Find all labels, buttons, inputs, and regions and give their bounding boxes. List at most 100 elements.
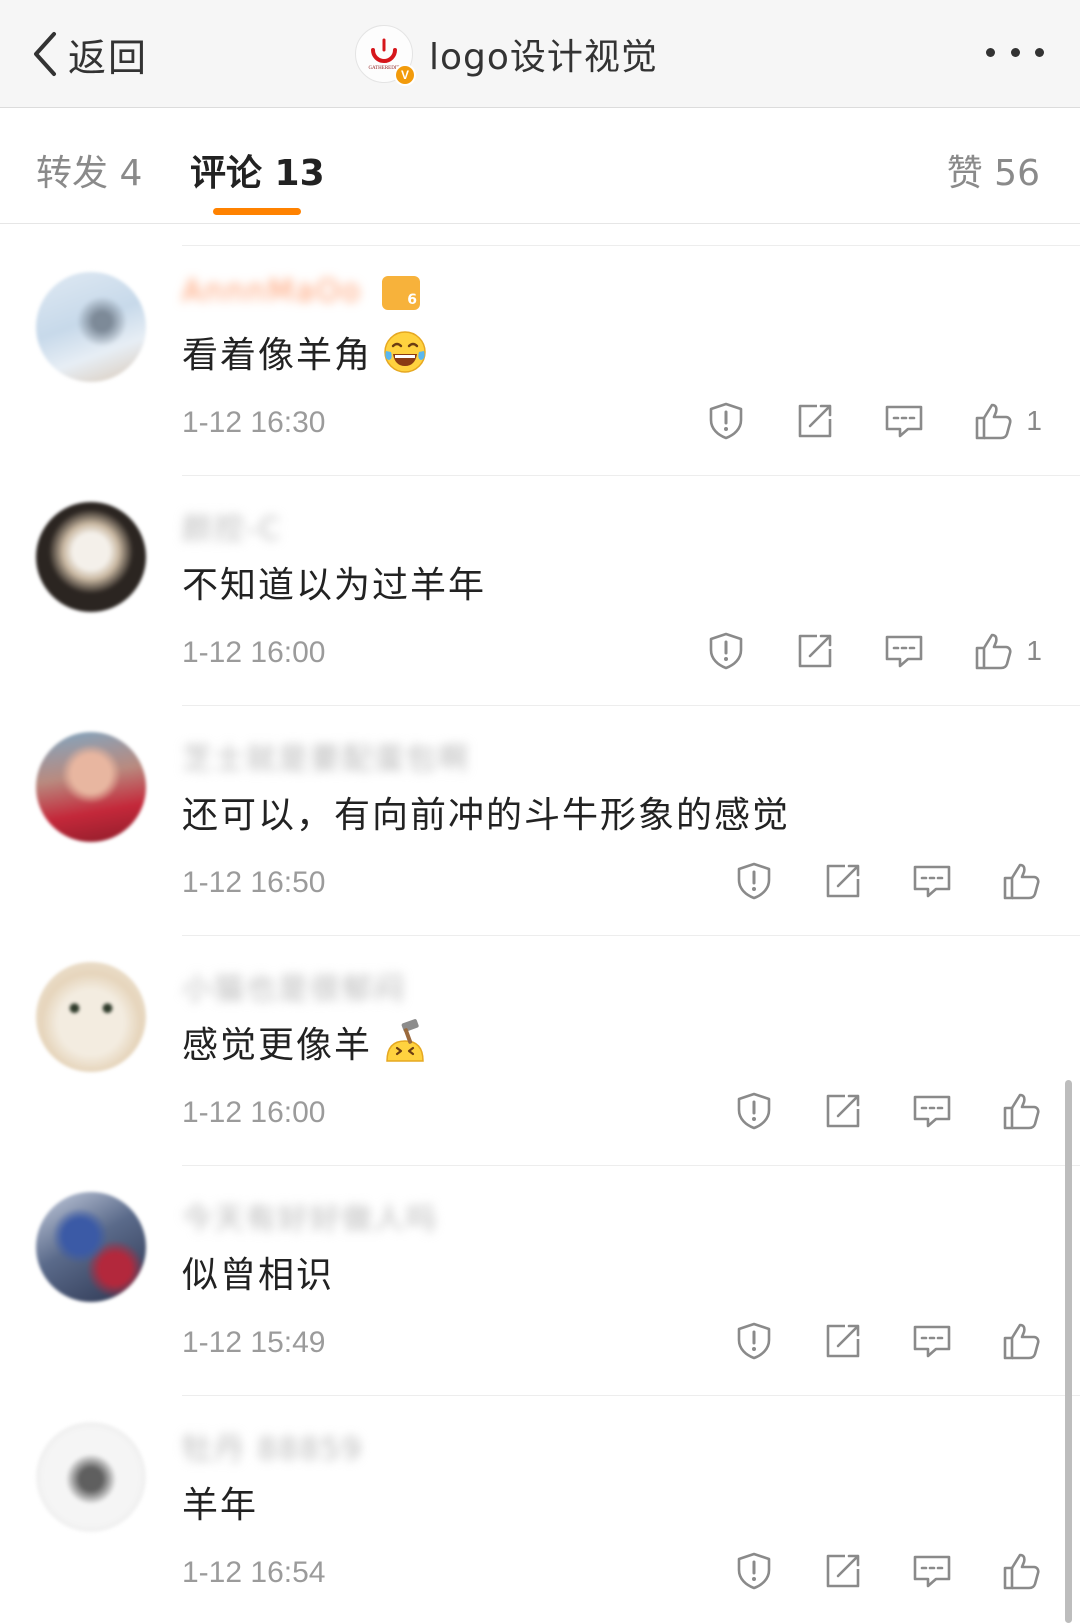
share-icon — [826, 864, 860, 898]
account-avatar[interactable]: GATHEREDIT V — [355, 25, 416, 86]
reply-button[interactable] — [883, 630, 925, 672]
share-button[interactable] — [822, 1090, 864, 1132]
share-icon — [826, 1554, 860, 1588]
chevron-left-icon — [34, 32, 56, 76]
report-icon — [737, 1552, 771, 1590]
report-button[interactable] — [705, 400, 747, 442]
share-icon — [799, 404, 832, 438]
user-avatar[interactable] — [36, 732, 146, 842]
comment-item[interactable]: 小猫也是很郁闷 感觉更像羊 1-12 16:00 — [0, 936, 1080, 1166]
report-button[interactable] — [733, 1090, 775, 1132]
tab-likes[interactable]: 赞 56 — [947, 144, 1040, 196]
comment-time: 1-12 16:00 — [182, 636, 326, 669]
like-count: 1 — [1026, 405, 1042, 436]
scrollbar[interactable] — [1065, 1080, 1072, 1623]
tab-forward[interactable]: 转发 4 — [36, 144, 142, 196]
user-avatar[interactable] — [36, 962, 146, 1072]
like-icon-wrap[interactable] — [1000, 1550, 1042, 1592]
report-icon — [710, 632, 743, 670]
comment-username[interactable]: AnnnMaOo — [182, 274, 362, 309]
hammer-face-icon — [386, 1019, 424, 1062]
share-button[interactable] — [794, 400, 836, 442]
user-avatar[interactable] — [36, 272, 146, 382]
reply-button[interactable] — [911, 860, 953, 902]
comment-content: 羊年 — [182, 1476, 258, 1528]
like-icon-wrap[interactable] — [1000, 1090, 1042, 1132]
like-button[interactable] — [1000, 1320, 1042, 1362]
comment-item[interactable]: 颜控-C 不知道以为过羊年 1-12 16:00 1 — [0, 476, 1080, 706]
like-icon-wrap[interactable] — [1000, 1320, 1042, 1362]
comment-actions: 1 — [658, 630, 1042, 672]
report-icon — [737, 1322, 771, 1360]
like-icon-wrap[interactable] — [1000, 860, 1042, 902]
report-button[interactable] — [705, 630, 747, 672]
comment-item[interactable]: 芝士就是要配蛋包啊还可以，有向前冲的斗牛形象的感觉 1-12 16:50 — [0, 706, 1080, 936]
page-title: logo设计视觉 — [429, 37, 658, 78]
reply-button[interactable] — [911, 1320, 953, 1362]
like-button[interactable]: 1 — [972, 400, 1042, 442]
report-button[interactable] — [733, 1550, 775, 1592]
thumbs-up-icon — [1003, 863, 1040, 900]
comment-content: 不知道以为过羊年 — [182, 556, 486, 608]
share-icon — [826, 1324, 860, 1358]
share-button[interactable] — [794, 630, 836, 672]
back-button[interactable]: 返回 — [28, 22, 148, 86]
comment-item[interactable]: 牡丹 88859 羊年 1-12 16:54 — [0, 1396, 1080, 1623]
comment-username[interactable]: 小猫也是很郁闷 — [182, 964, 406, 1008]
verified-badge: V — [394, 64, 416, 86]
comment-content: 感觉更像羊 — [182, 1016, 428, 1068]
user-avatar[interactable] — [36, 502, 146, 612]
share-button[interactable] — [822, 860, 864, 902]
reply-button[interactable] — [883, 400, 925, 442]
comment-username[interactable]: 牡丹 88859 — [182, 1424, 363, 1468]
account-header[interactable]: GATHEREDIT V logo设计视觉 — [355, 20, 658, 88]
comment-icon — [913, 1555, 951, 1588]
share-button[interactable] — [822, 1550, 864, 1592]
comment-text: 羊年 — [182, 1485, 259, 1526]
comment-actions — [686, 1320, 1042, 1362]
user-avatar[interactable] — [36, 1192, 146, 1302]
more-dot-icon — [1035, 47, 1044, 57]
comment-username[interactable]: 颜控-C — [182, 504, 282, 548]
comment-content: 似曾相识 — [182, 1246, 334, 1298]
report-button[interactable] — [733, 860, 775, 902]
comment-item[interactable]: AnnnMaOo 6 看着像羊角 1-12 16:30 1 — [0, 246, 1080, 476]
comment-username[interactable]: 今天有好好做人吗 — [182, 1194, 438, 1238]
comment-actions: 1 — [658, 400, 1042, 442]
like-button[interactable] — [1000, 860, 1042, 902]
more-dot-icon — [986, 47, 995, 57]
comment-icon — [886, 635, 923, 668]
comment-time: 1-12 16:30 — [182, 406, 326, 439]
comment-time: 1-12 16:54 — [182, 1556, 326, 1589]
comment-time: 1-12 16:50 — [182, 866, 326, 899]
like-button[interactable]: 1 — [972, 630, 1042, 672]
comment-icon — [913, 1325, 951, 1358]
comment-content: 还可以，有向前冲的斗牛形象的感觉 — [182, 786, 790, 838]
top-navigation-bar: 返回 GATHEREDIT V logo设计视觉 — [0, 0, 1080, 108]
tab-comments[interactable]: 评论 13 — [190, 144, 325, 196]
thumbs-up-icon — [976, 403, 1012, 440]
share-button[interactable] — [822, 1320, 864, 1362]
like-icon-wrap[interactable] — [972, 630, 1014, 672]
comment-text: 不知道以为过羊年 — [182, 565, 487, 606]
more-options-button[interactable] — [986, 38, 1044, 66]
comment-username[interactable]: 芝士就是要配蛋包啊 — [182, 734, 470, 778]
tab-bar: 转发 4 评论 13 赞 56 — [0, 108, 1080, 224]
report-icon — [710, 402, 743, 440]
thumbs-up-icon — [1003, 1553, 1040, 1590]
like-button[interactable] — [1000, 1550, 1042, 1592]
reply-button[interactable] — [911, 1090, 953, 1132]
share-icon — [799, 634, 832, 668]
like-icon-wrap[interactable] — [972, 400, 1014, 442]
comment-item[interactable]: 今天有好好做人吗 似曾相识 1-12 15:49 — [0, 1166, 1080, 1396]
comment-actions — [686, 860, 1042, 902]
user-avatar[interactable] — [36, 1422, 146, 1532]
vip-badge: 6 — [382, 276, 420, 310]
report-button[interactable] — [733, 1320, 775, 1362]
thumbs-up-icon — [976, 633, 1012, 670]
like-button[interactable] — [1000, 1090, 1042, 1132]
thumbs-up-icon — [1003, 1323, 1040, 1360]
reply-button[interactable] — [911, 1550, 953, 1592]
comment-icon — [886, 405, 923, 438]
comment-text: 还可以，有向前冲的斗牛形象的感觉 — [182, 795, 791, 836]
